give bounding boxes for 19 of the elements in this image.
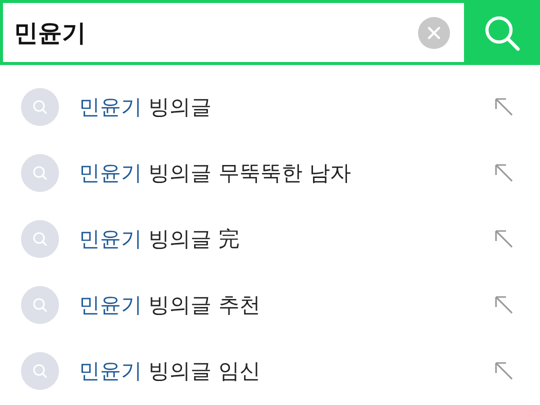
search-icon <box>21 220 59 258</box>
clear-icon[interactable] <box>418 16 450 48</box>
search-field[interactable]: 민윤기 <box>0 0 464 65</box>
suggestion-link[interactable]: 민윤기 빙의글 임신 <box>79 357 494 385</box>
arrow-icon[interactable] <box>494 163 514 183</box>
search-icon <box>21 154 59 192</box>
arrow-icon[interactable] <box>494 97 514 117</box>
search-icon <box>21 352 59 390</box>
suggestion-link[interactable]: 민윤기 빙의글 추천 <box>79 291 494 319</box>
search-query: 민윤기 <box>14 18 87 48</box>
suggestion-link[interactable]: 민윤기 빙의글 <box>79 93 494 121</box>
search-icon <box>21 88 59 126</box>
arrow-icon[interactable] <box>494 295 514 315</box>
arrow-icon[interactable] <box>494 229 514 249</box>
search-icon <box>21 286 59 324</box>
suggestion-link[interactable]: 민윤기 빙의글 完 <box>79 225 494 253</box>
suggestion-link[interactable]: 민윤기 빙의글 무뚝뚝한 남자 <box>79 159 494 187</box>
arrow-icon[interactable] <box>494 361 514 381</box>
search-button[interactable] <box>464 0 540 65</box>
